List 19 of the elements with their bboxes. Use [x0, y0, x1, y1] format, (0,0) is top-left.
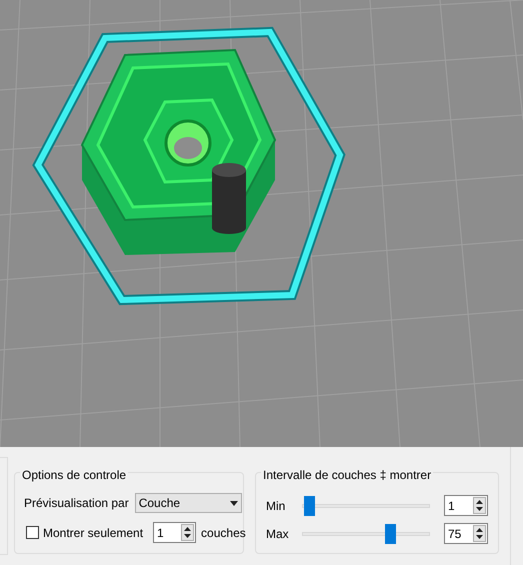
slider-label: Max	[266, 526, 290, 542]
range-slider[interactable]	[302, 496, 430, 516]
preview-label: Prévisualisation par	[24, 495, 129, 512]
slider-thumb[interactable]	[385, 524, 396, 544]
unit-label: couches	[201, 524, 246, 542]
spin-arrows-icon	[473, 497, 486, 514]
dropdown-caret-icon	[230, 500, 238, 506]
spin-arrows-icon	[473, 525, 486, 542]
layer-spinbox[interactable]: 1	[444, 495, 488, 516]
layer-spinbox[interactable]: 75	[444, 523, 488, 544]
checkbox-label: Montrer seulement	[43, 524, 144, 542]
layer-count-spinbox[interactable]: 1	[153, 522, 196, 543]
checkbox[interactable]	[26, 526, 39, 539]
slider-thumb[interactable]	[304, 496, 316, 516]
3d-viewport[interactable]	[0, 0, 523, 447]
preview-mode-dropdown[interactable]: Couche	[134, 493, 242, 513]
spin-arrows-icon	[181, 524, 194, 541]
slider-label: Min	[266, 498, 286, 514]
range-slider[interactable]	[302, 524, 430, 544]
